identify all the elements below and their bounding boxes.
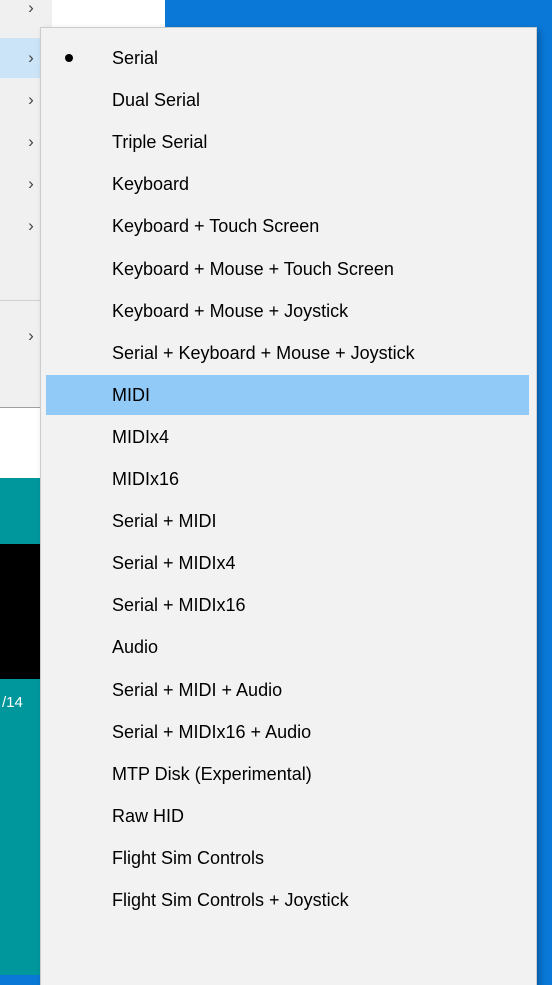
menu-item[interactable]: Flight Sim Controls — [46, 838, 529, 878]
menu-item-label: Raw HID — [112, 806, 185, 826]
menu-item-label: Keyboard + Mouse + Joystick — [112, 301, 349, 321]
usb-type-submenu: Serial Dual Serial Triple Serial Keyboard Ke… — [40, 27, 537, 985]
menu-item-label: Serial + Keyboard + Mouse + Joystick — [112, 343, 415, 363]
menu-item-label: Serial + MIDIx4 — [112, 553, 236, 573]
menu-item[interactable]: MIDIx16 — [46, 459, 529, 499]
menu-item-label: MTP Disk (Experimental) — [112, 764, 312, 784]
menu-item[interactable]: Keyboard + Mouse + Joystick — [46, 291, 529, 331]
menu-item-label: MIDIx16 — [112, 469, 180, 489]
submenu-arrow-icon[interactable]: › — [24, 0, 38, 18]
menu-item-label: Serial + MIDI — [112, 511, 217, 531]
menu-item-label: Serial — [112, 48, 159, 68]
menu-item-label: Keyboard + Mouse + Touch Screen — [112, 259, 394, 279]
menu-item[interactable]: Serial + MIDIx4 — [46, 543, 529, 583]
menu-item-label: Triple Serial — [112, 132, 208, 152]
menu-item-label: Audio — [112, 637, 159, 657]
menu-item[interactable]: Serial + MIDI — [46, 501, 529, 541]
menu-item[interactable]: Serial + MIDI + Audio — [46, 670, 529, 710]
menu-item[interactable]: Triple Serial — [46, 122, 529, 162]
menu-item[interactable]: Serial — [46, 38, 529, 78]
menu-item[interactable]: Keyboard + Touch Screen — [46, 206, 529, 246]
ide-status-text: /14 — [2, 694, 23, 711]
menu-item[interactable]: Dual Serial — [46, 80, 529, 120]
menu-item-label: Serial + MIDI + Audio — [112, 680, 283, 700]
submenu-arrow-icon[interactable]: › — [24, 216, 38, 236]
menu-item-label: Keyboard — [112, 174, 190, 194]
menu-item[interactable]: MTP Disk (Experimental) — [46, 754, 529, 794]
radio-bullet-icon — [65, 54, 73, 62]
menu-item-label: Flight Sim Controls + Joystick — [112, 890, 349, 910]
submenu-arrow-icon[interactable]: › — [24, 326, 38, 346]
menu-item-label: Keyboard + Touch Screen — [112, 216, 320, 236]
menu-item[interactable]: Keyboard + Mouse + Touch Screen — [46, 249, 529, 289]
menu-item[interactable]: Keyboard — [46, 164, 529, 204]
menu-item-label: Serial + MIDIx16 + Audio — [112, 722, 312, 742]
menu-item-label: MIDIx4 — [112, 427, 170, 447]
submenu-arrow-icon[interactable]: › — [24, 132, 38, 152]
menu-item[interactable]: Serial + Keyboard + Mouse + Joystick — [46, 333, 529, 373]
menu-item[interactable]: MIDIx4 — [46, 417, 529, 457]
submenu-arrow-icon[interactable]: › — [24, 48, 38, 68]
submenu-arrow-icon[interactable]: › — [24, 90, 38, 110]
submenu-arrow-icon[interactable]: › — [24, 174, 38, 194]
menu-item-label: MIDI — [112, 385, 150, 405]
menu-item[interactable]: Audio — [46, 627, 529, 667]
menu-item[interactable]: Flight Sim Controls + Joystick — [46, 880, 529, 920]
menu-item-label: Serial + MIDIx16 — [112, 595, 246, 615]
menu-item[interactable]: Serial + MIDIx16 + Audio — [46, 712, 529, 752]
menu-item[interactable]: MIDI — [46, 375, 529, 415]
menu-item[interactable]: Raw HID — [46, 796, 529, 836]
menu-item-label: Dual Serial — [112, 90, 201, 110]
menu-item[interactable]: Serial + MIDIx16 — [46, 585, 529, 625]
menu-item-label: Flight Sim Controls — [112, 848, 265, 868]
